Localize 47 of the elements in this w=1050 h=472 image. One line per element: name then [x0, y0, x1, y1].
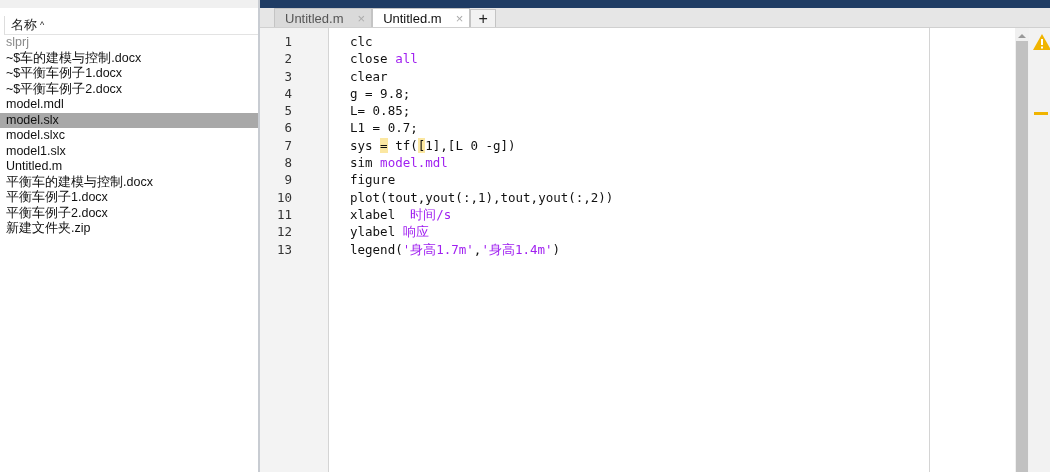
code-line: close all	[350, 50, 419, 68]
file-item[interactable]: 平衡车例子2.docx	[0, 205, 258, 221]
file-item[interactable]: ~$平衡车例子2.docx	[0, 81, 258, 97]
file-item[interactable]: 平衡车例子1.docx	[0, 190, 258, 206]
code-line: sim model.mdl	[350, 154, 449, 172]
code-line: L1 = 0.7;	[350, 119, 419, 137]
new-tab-button[interactable]: +	[470, 9, 497, 27]
file-item[interactable]: 平衡车的建模与控制.docx	[0, 174, 258, 190]
line-number: 6	[283, 119, 292, 137]
code-line: sys = tf([1],[L 0 -g])	[350, 136, 517, 155]
line-number: 7	[283, 136, 292, 155]
line-number: 4	[283, 84, 292, 103]
code-line: xlabel 时间/s	[350, 205, 453, 224]
line-number: 2	[283, 50, 292, 68]
file-item[interactable]: 新建文件夹.zip	[0, 221, 258, 237]
warning-marker[interactable]	[1034, 112, 1048, 115]
code-line: figure	[350, 171, 397, 189]
file-item[interactable]: Untitled.m	[0, 159, 258, 175]
line-number: 12	[275, 223, 292, 241]
code-line: legend('身高1.7m','身高1.4m')	[350, 240, 562, 258]
scroll-up-icon[interactable]	[1018, 33, 1026, 39]
editor-tab[interactable]: Untitled.m ×	[274, 8, 373, 27]
file-item[interactable]: model.mdl	[0, 97, 258, 113]
editor-tab[interactable]: Untitled.m ×	[372, 8, 471, 27]
column-header[interactable]: 名称 ^	[4, 16, 258, 35]
file-item[interactable]: model.slxc	[0, 128, 258, 144]
file-item[interactable]: model.slx	[0, 112, 258, 128]
scrollbar[interactable]	[1015, 28, 1029, 472]
line-number: 9	[283, 171, 292, 189]
code-line: plot(tout,yout(:,1),tout,yout(:,2))	[350, 188, 615, 206]
code-line: clear	[350, 67, 389, 85]
file-item[interactable]: model1.slx	[0, 143, 258, 159]
file-item[interactable]: ~$车的建模与控制.docx	[0, 50, 258, 66]
line-number: 13	[275, 240, 292, 258]
code-line: g = 9.8;	[350, 84, 412, 103]
file-item[interactable]: ~$平衡车例子1.docx	[0, 66, 258, 82]
code-line: clc	[350, 33, 374, 51]
code-line: L= 0.85;	[350, 102, 412, 120]
file-item[interactable]: slprj	[0, 35, 258, 51]
line-number: 1	[283, 33, 292, 51]
warning-icon[interactable]	[1033, 34, 1050, 50]
code-line: ylabel 响应	[350, 223, 430, 241]
line-number: 8	[283, 154, 292, 172]
line-number: 10	[275, 188, 292, 206]
line-number: 5	[283, 102, 292, 120]
line-number: 3	[283, 67, 292, 85]
line-number: 11	[275, 205, 292, 224]
